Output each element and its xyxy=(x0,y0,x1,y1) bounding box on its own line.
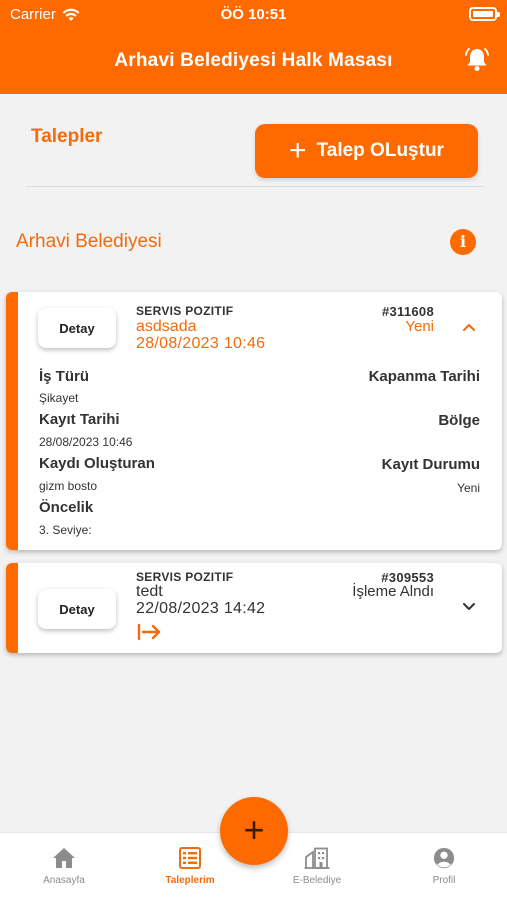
home-icon xyxy=(53,848,75,868)
create-request-label: Talep OLuştur xyxy=(316,140,444,161)
detail-button[interactable]: Detay xyxy=(38,308,116,348)
building-icon xyxy=(304,847,330,869)
info-icon[interactable]: i xyxy=(450,229,476,255)
request-date: 28/08/2023 10:46 xyxy=(136,335,266,352)
request-subject: tedt xyxy=(136,583,163,600)
service-name: SERVIS POZITIF xyxy=(136,304,234,318)
region-label: Bölge xyxy=(438,412,480,429)
status-time: ÖÖ 10:51 xyxy=(220,6,287,23)
record-status-value: Yeni xyxy=(457,481,480,495)
work-type-value: Şikayet xyxy=(39,391,79,405)
record-date-label: Kayıt Tarihi xyxy=(39,411,120,428)
close-date-label: Kapanma Tarihi xyxy=(368,368,480,385)
list-icon xyxy=(179,847,201,869)
request-card[interactable]: Detay SERVIS POZITIF tedt 22/08/2023 14:… xyxy=(6,563,502,653)
forwarded-arrow-icon xyxy=(137,623,161,641)
record-date-value: 28/08/2023 10:46 xyxy=(39,435,133,449)
request-date: 22/08/2023 14:42 xyxy=(136,600,266,617)
request-card[interactable]: Detay SERVIS POZITIF asdsada 28/08/2023 … xyxy=(6,292,502,550)
requests-section-title: Talepler xyxy=(31,126,103,147)
work-type-label: İş Türü xyxy=(39,368,90,385)
profile-icon xyxy=(433,847,455,869)
priority-label: Öncelik xyxy=(39,499,94,516)
request-number: #311608 xyxy=(382,304,434,319)
detail-button[interactable]: Detay xyxy=(38,589,116,629)
tab-anasayfa[interactable]: Anasayfa xyxy=(14,847,114,886)
creator-label: Kaydı Oluşturan xyxy=(39,455,155,472)
chevron-down-icon[interactable] xyxy=(462,600,476,614)
tab-label: E-Belediye xyxy=(292,875,342,886)
tab-label: Anasayfa xyxy=(43,875,85,886)
divider xyxy=(26,186,484,187)
organization-name: Arhavi Belediyesi xyxy=(16,231,162,252)
create-request-button[interactable]: + Talep OLuştur xyxy=(255,124,478,178)
tab-profil[interactable]: Profil xyxy=(394,847,494,886)
request-status: İşleme Alndı xyxy=(352,583,434,600)
creator-value: gizm bosto xyxy=(39,479,98,493)
tab-taleplerim[interactable]: Taleplerim xyxy=(140,847,240,886)
request-status: Yeni xyxy=(405,318,434,335)
chevron-up-icon[interactable] xyxy=(462,320,476,334)
status-bar: Carrier ÖÖ 10:51 xyxy=(10,6,500,24)
priority-value: 3. Seviye: xyxy=(39,523,92,537)
tab-label: Taleplerim xyxy=(165,875,215,886)
plus-icon: + xyxy=(289,134,307,167)
page-title: Arhavi Belediyesi Halk Masası xyxy=(114,50,393,71)
tab-label: Profil xyxy=(432,875,456,886)
card-accent-bar xyxy=(6,292,18,550)
battery-icon xyxy=(469,7,500,21)
add-request-fab[interactable]: + xyxy=(220,797,288,865)
tab-e-belediye[interactable]: E-Belediye xyxy=(267,847,367,886)
service-name: SERVIS POZITIF xyxy=(136,570,234,584)
app-header: Carrier ÖÖ 10:51 Arhavi Belediyesi Halk … xyxy=(0,0,507,94)
card-accent-bar xyxy=(6,563,18,653)
record-status-label: Kayıt Durumu xyxy=(381,456,480,473)
request-subject: asdsada xyxy=(136,318,197,335)
notification-bell-icon[interactable] xyxy=(463,46,491,74)
